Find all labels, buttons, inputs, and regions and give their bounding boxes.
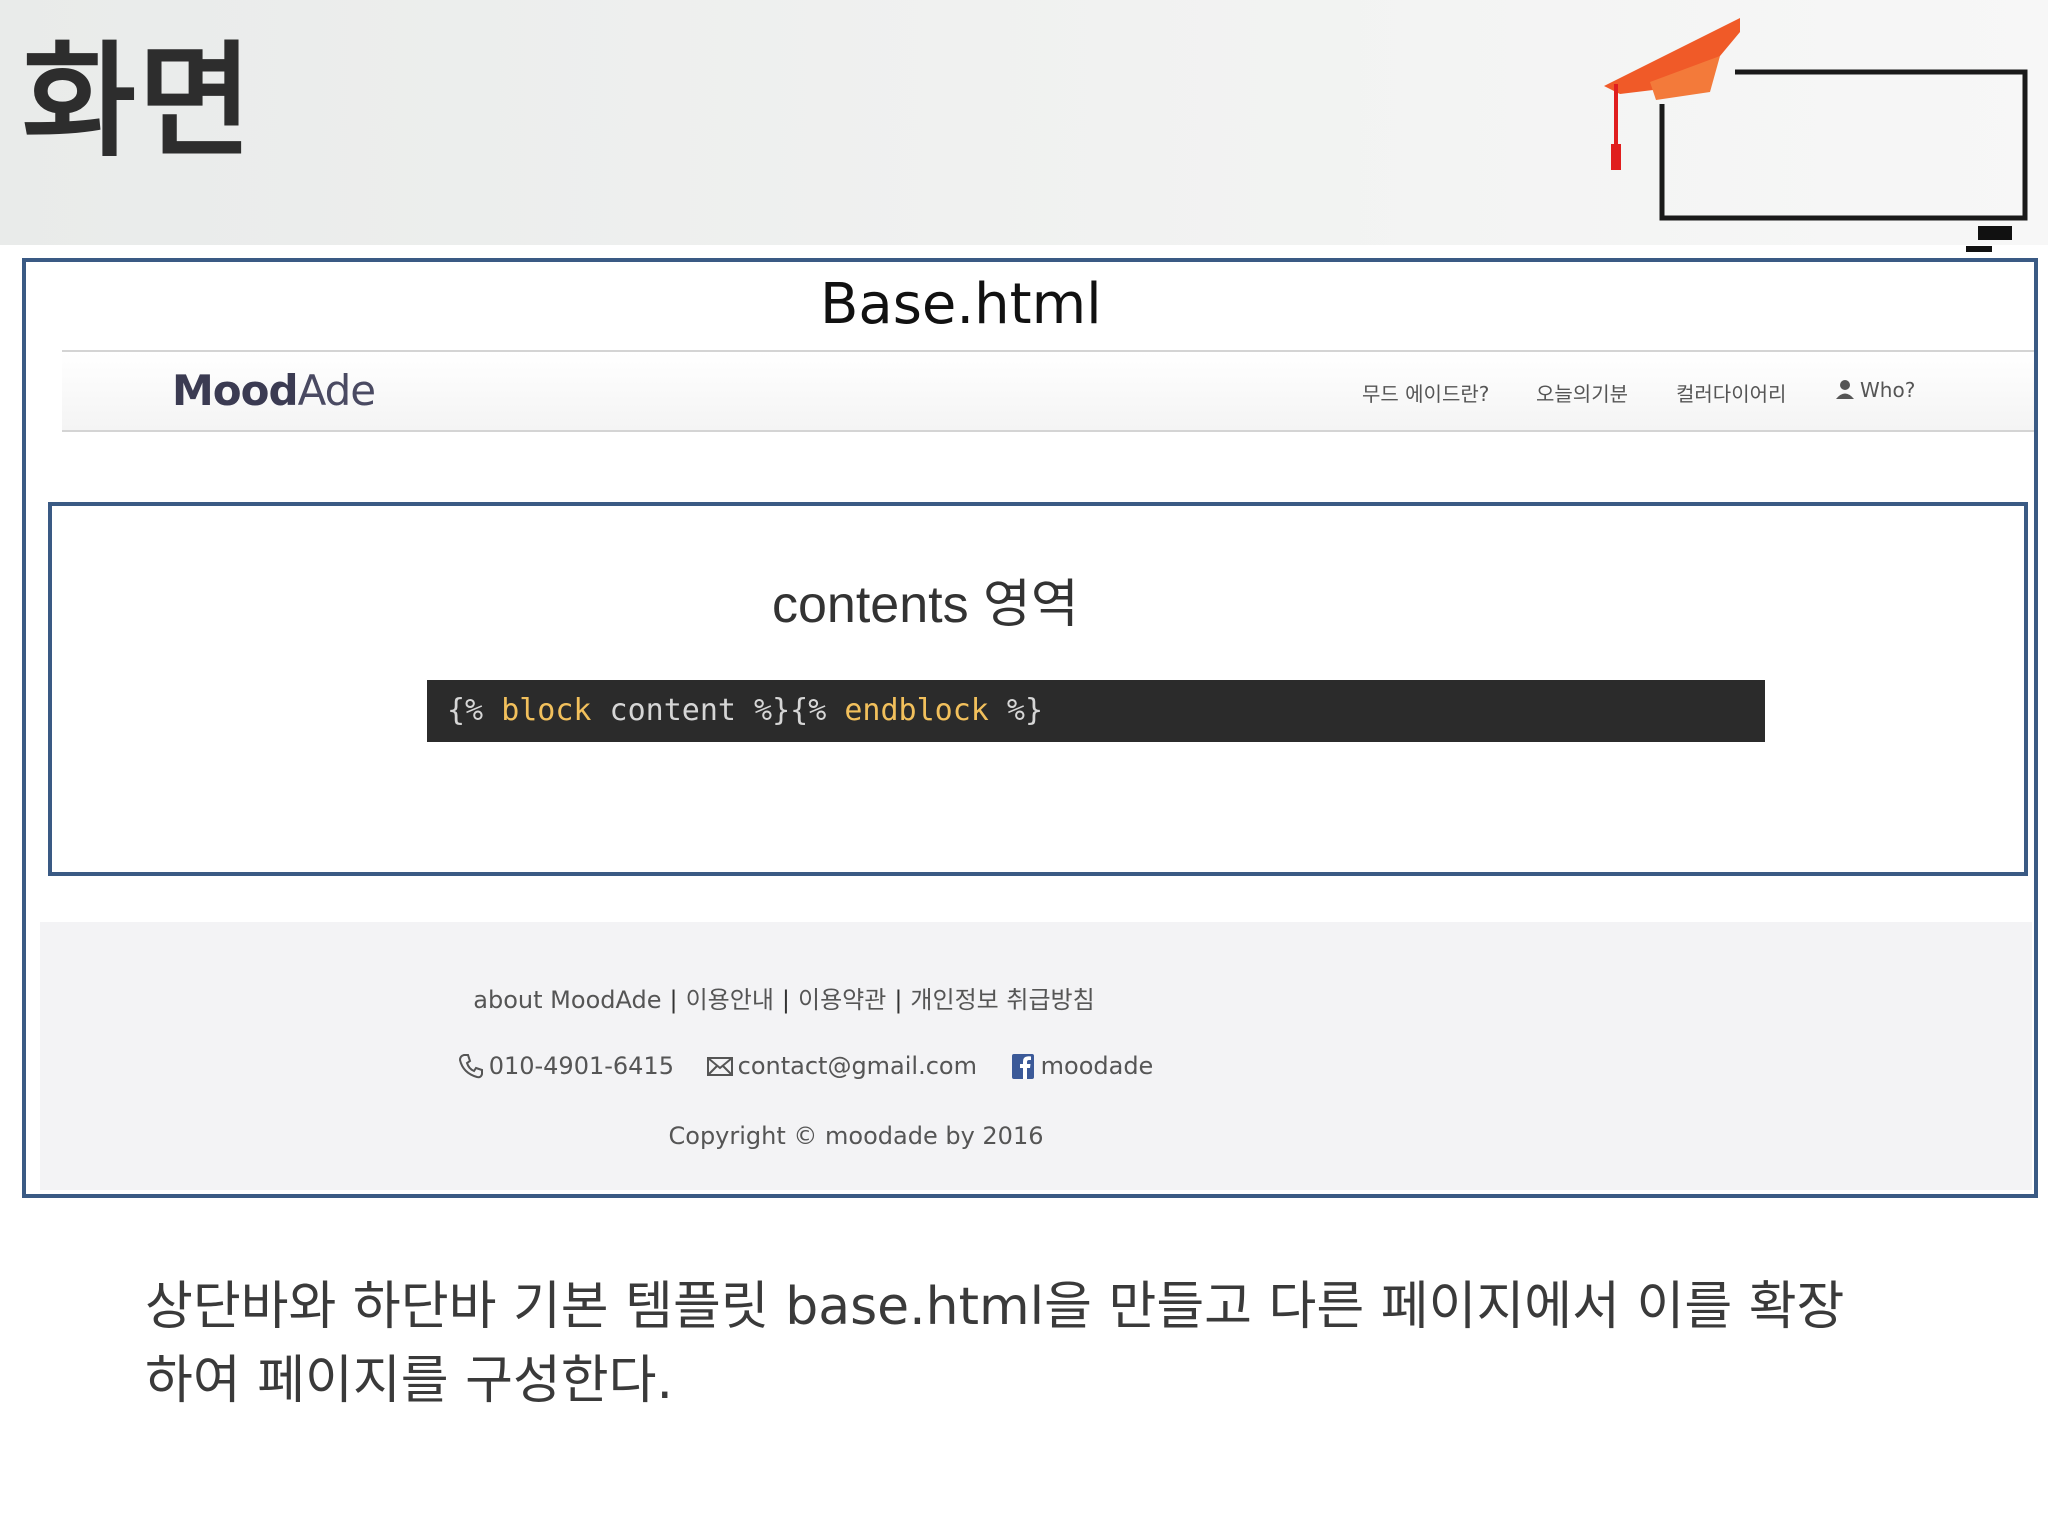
block-content-code: {% block content %}{% endblock %} <box>427 680 1765 742</box>
phone-icon <box>458 1054 483 1079</box>
footer-facebook-name: moodade <box>1040 1052 1154 1080</box>
code-close: %} <box>988 693 1044 728</box>
footer-link-terms[interactable]: 이용약관 <box>798 986 886 1014</box>
footer-email[interactable]: contact@gmail.com <box>706 1052 977 1080</box>
code-keyword-block: block <box>501 693 592 728</box>
footer-link-guide[interactable]: 이용안내 <box>686 986 774 1014</box>
description-line-2: 하여 페이지를 구성한다. <box>145 1351 673 1411</box>
footer-phone-number: 010-4901-6415 <box>488 1052 674 1080</box>
code-middle: content %}{% <box>591 693 845 728</box>
mail-icon <box>706 1057 733 1076</box>
base-html-label: Base.html <box>820 272 1102 337</box>
nav-item-today-mood[interactable]: 오늘의기분 <box>1536 378 1628 407</box>
navbar: MoodAde 무드 에이드란? 오늘의기분 컬러다이어리 Who? <box>62 350 2034 432</box>
footer-separator: | <box>894 986 903 1014</box>
footer-phone: 010-4901-6415 <box>457 1052 674 1080</box>
nav-item-about[interactable]: 무드 에이드란? <box>1362 378 1489 407</box>
graduation-cap-board-decoration <box>1604 18 2028 268</box>
logo-thin-text: Ade <box>297 366 376 415</box>
footer-separator: | <box>781 986 790 1014</box>
footer-facebook[interactable]: moodade <box>1009 1052 1154 1080</box>
user-icon <box>1836 380 1854 399</box>
facebook-icon <box>1011 1054 1034 1079</box>
footer-copyright: Copyright © moodade by 2016 <box>668 1122 1044 1150</box>
moodade-logo[interactable]: MoodAde <box>172 366 376 415</box>
slide-description: 상단바와 하단바 기본 템플릿 base.html을 만들고 다른 페이지에서 … <box>145 1270 1945 1418</box>
description-line-1: 상단바와 하단바 기본 템플릿 base.html을 만들고 다른 페이지에서 … <box>145 1277 1845 1337</box>
nav-item-color-diary[interactable]: 컬러다이어리 <box>1676 378 1786 407</box>
footer-link-privacy[interactable]: 개인정보 취급방침 <box>910 986 1094 1014</box>
nav-item-who-label: Who? <box>1860 378 1916 402</box>
code-open: {% <box>447 693 502 728</box>
slide-title: 화면 <box>22 30 255 174</box>
contents-area-label: contents 영역 <box>772 576 1079 634</box>
footer-contact: 010-4901-6415 contact@gmail.com moodade <box>40 1052 1570 1080</box>
logo-bold-text: Mood <box>172 366 299 415</box>
footer-email-address: contact@gmail.com <box>737 1052 977 1080</box>
footer: about MoodAde | 이용안내 | 이용약관 | 개인정보 취급방침 010-49… <box>40 922 2032 1190</box>
footer-separator: | <box>669 986 678 1014</box>
code-keyword-endblock: endblock <box>844 693 989 728</box>
footer-link-about[interactable]: about MoodAde <box>473 986 661 1014</box>
nav-item-who[interactable]: Who? <box>1834 378 1915 402</box>
footer-links: about MoodAde | 이용안내 | 이용약관 | 개인정보 취급방침 <box>40 980 1528 1015</box>
